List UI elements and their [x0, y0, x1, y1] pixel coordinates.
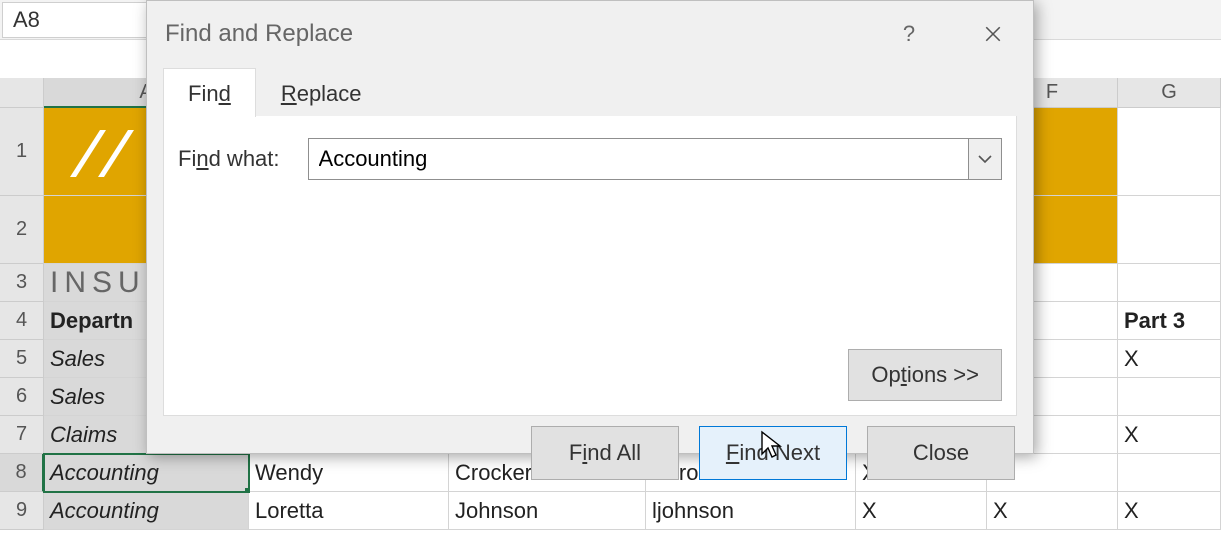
- find-what-dropdown[interactable]: [968, 138, 1002, 180]
- find-all-button[interactable]: Find All: [531, 426, 679, 480]
- cell-G7[interactable]: X: [1118, 416, 1221, 454]
- close-dialog-button[interactable]: Close: [867, 426, 1015, 480]
- cell[interactable]: [1118, 264, 1221, 302]
- options-button[interactable]: Options >>: [848, 349, 1002, 401]
- logo-icon: [50, 122, 150, 182]
- cell-B9[interactable]: Loretta: [249, 492, 449, 530]
- row-header-2[interactable]: 2: [0, 196, 44, 264]
- cell-A9[interactable]: Accounting: [44, 492, 249, 530]
- cell-G5[interactable]: X: [1118, 340, 1221, 378]
- cell-D9[interactable]: ljohnson: [646, 492, 856, 530]
- cell[interactable]: [1118, 108, 1221, 196]
- close-icon: [984, 25, 1002, 43]
- find-replace-dialog: Find and Replace ? Find Replace Find wha…: [146, 0, 1034, 454]
- dialog-tabs: Find Replace: [163, 67, 1033, 116]
- tab-replace[interactable]: Replace: [256, 68, 387, 117]
- row-header-5[interactable]: 5: [0, 340, 44, 378]
- find-what-input[interactable]: [308, 138, 968, 180]
- cell[interactable]: [1118, 378, 1221, 416]
- dialog-title: Find and Replace: [165, 20, 353, 48]
- cell-C9[interactable]: Johnson: [449, 492, 646, 530]
- cell-G9[interactable]: X: [1118, 492, 1221, 530]
- col-G-header-cell[interactable]: Part 3: [1118, 302, 1221, 340]
- dialog-footer: Find All Find Next Close: [147, 416, 1033, 480]
- chevron-down-icon: [978, 154, 992, 164]
- dialog-body: Find what: Options >>: [163, 116, 1017, 416]
- tab-find[interactable]: Find: [163, 68, 256, 117]
- find-what-combo: [308, 138, 1002, 180]
- find-what-label: Find what:: [178, 146, 280, 172]
- col-header-G[interactable]: G: [1118, 78, 1221, 108]
- row-header-8[interactable]: 8: [0, 454, 44, 492]
- cell-E9[interactable]: X: [856, 492, 987, 530]
- select-all-corner[interactable]: [0, 78, 44, 108]
- row-header-4[interactable]: 4: [0, 302, 44, 340]
- row-header-9[interactable]: 9: [0, 492, 44, 530]
- row-header-1[interactable]: 1: [0, 108, 44, 196]
- close-button[interactable]: [971, 12, 1015, 56]
- cell-F9[interactable]: X: [987, 492, 1118, 530]
- help-button[interactable]: ?: [887, 12, 931, 56]
- dialog-titlebar[interactable]: Find and Replace ?: [147, 1, 1033, 67]
- name-box-value: A8: [13, 7, 40, 33]
- cell[interactable]: [1118, 196, 1221, 264]
- row-header-3[interactable]: 3: [0, 264, 44, 302]
- help-icon: ?: [903, 21, 915, 47]
- row-header-7[interactable]: 7: [0, 416, 44, 454]
- row-header-6[interactable]: 6: [0, 378, 44, 416]
- cell[interactable]: [1118, 454, 1221, 492]
- find-next-button[interactable]: Find Next: [699, 426, 847, 480]
